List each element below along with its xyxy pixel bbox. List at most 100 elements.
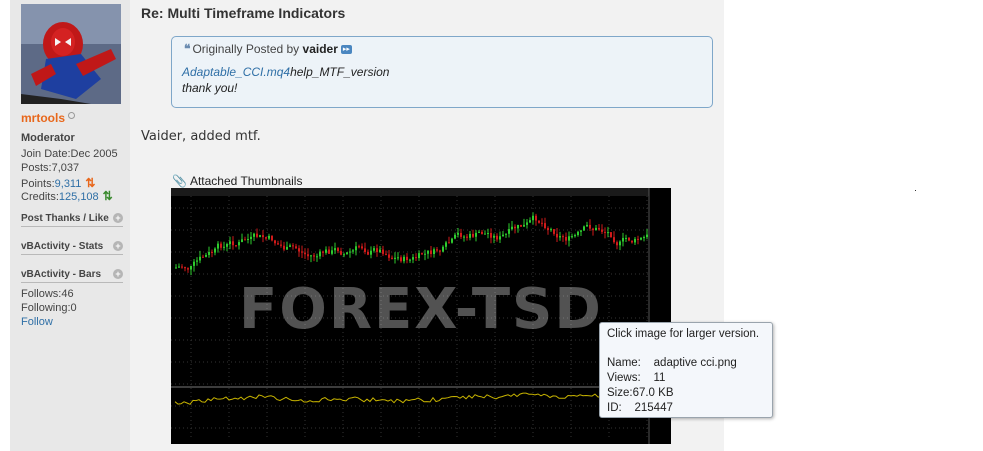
- quote-icon: ❝: [184, 42, 191, 56]
- candle-body: [478, 231, 480, 233]
- image-tooltip: Click image for larger version. Name: ad…: [599, 322, 773, 418]
- offline-status-icon: [68, 112, 75, 119]
- candle-body: [181, 266, 183, 268]
- candle-body: [238, 242, 240, 246]
- candle-body: [382, 249, 384, 254]
- candle-body: [271, 235, 273, 241]
- candle-body: [256, 233, 258, 237]
- attachments-heading: 📎 Attached Thumbnails: [172, 174, 302, 188]
- vbactivity-stats-header[interactable]: vBActivity - Stats +: [21, 241, 123, 255]
- candle-body: [202, 256, 204, 258]
- candle-body: [265, 237, 267, 239]
- tooltip-hint: Click image for larger version.: [607, 328, 760, 340]
- view-post-icon[interactable]: ▸▸: [340, 45, 352, 55]
- tooltip-id-value: 215447: [634, 402, 673, 414]
- candle-body: [505, 233, 507, 235]
- candle-body: [370, 250, 372, 255]
- expand-icon[interactable]: +: [113, 241, 123, 251]
- candle-body: [556, 233, 558, 238]
- candle-body: [526, 222, 528, 225]
- paperclip-icon: 📎: [172, 174, 187, 188]
- candle-body: [535, 215, 537, 221]
- tooltip-name-value: adaptive cci.png: [653, 357, 737, 369]
- candle-body: [301, 251, 303, 253]
- tooltip-views-label: Views:: [607, 372, 641, 384]
- candle-body: [586, 224, 588, 227]
- quote-prefix: Originally Posted by: [192, 42, 300, 56]
- candle-body: [589, 224, 591, 229]
- candle-body: [322, 251, 324, 253]
- candle-body: [463, 236, 465, 238]
- candle-body: [184, 267, 186, 269]
- candle-body: [442, 246, 444, 252]
- candle-body: [568, 236, 570, 241]
- candle-body: [313, 255, 315, 257]
- candle-body: [232, 241, 234, 246]
- candle-body: [622, 237, 624, 242]
- candle-body: [199, 256, 201, 261]
- following-count: Following:0: [21, 302, 77, 314]
- candle-body: [613, 237, 615, 243]
- candle-body: [640, 237, 642, 240]
- candle-body: [412, 257, 414, 260]
- post-thanks-header[interactable]: Post Thanks / Like +: [21, 213, 123, 227]
- expand-icon[interactable]: +: [113, 269, 123, 279]
- tooltip-size: Size:67.0 KB: [607, 387, 674, 399]
- candle-body: [538, 220, 540, 223]
- candle-body: [331, 250, 333, 254]
- candle-body: [532, 215, 534, 221]
- posts-value: 7,037: [51, 162, 80, 174]
- quote-header: ❝ Originally Posted by vaider ▸▸: [184, 42, 352, 56]
- candle-body: [352, 250, 354, 252]
- post-count: Posts:7,037: [21, 162, 79, 174]
- candle-body: [409, 259, 411, 261]
- candle-body: [547, 228, 549, 231]
- candle-body: [190, 265, 192, 270]
- candle-body: [307, 254, 309, 257]
- candle-body: [178, 266, 180, 268]
- candle-body: [388, 254, 390, 258]
- candle-body: [217, 243, 219, 249]
- candle-body: [466, 236, 468, 238]
- candle-body: [448, 242, 450, 244]
- candle-body: [508, 229, 510, 234]
- candle-body: [424, 253, 426, 255]
- candle-body: [364, 248, 366, 252]
- candle-body: [544, 223, 546, 229]
- points: Points:9,311 ⇅: [21, 176, 95, 190]
- candle-body: [337, 248, 339, 252]
- candle-body: [277, 243, 279, 245]
- candle-body: [607, 232, 609, 234]
- candle-body: [520, 224, 522, 227]
- quote-link[interactable]: Adaptable_CCI.mq4: [182, 65, 290, 79]
- candle-body: [493, 235, 495, 238]
- candle-body: [604, 231, 606, 233]
- candle-body: [631, 240, 633, 243]
- credits-value[interactable]: 125,108: [59, 191, 99, 203]
- candle-body: [175, 267, 177, 269]
- candle-body: [550, 229, 552, 231]
- candle-body: [562, 236, 564, 238]
- candle-body: [574, 235, 576, 237]
- join-date: Join Date:Dec 2005: [21, 148, 118, 160]
- candle-body: [334, 248, 336, 251]
- candle-body: [643, 237, 645, 239]
- follow-link[interactable]: Follow: [21, 316, 53, 328]
- candle-body: [469, 233, 471, 238]
- candle-body: [385, 253, 387, 255]
- candle-body: [361, 246, 363, 249]
- candle-body: [430, 250, 432, 254]
- candle-body: [445, 242, 447, 247]
- candle-body: [427, 250, 429, 254]
- candle-body: [211, 251, 213, 253]
- expand-icon[interactable]: +: [113, 213, 123, 223]
- candle-body: [367, 251, 369, 255]
- candle-body: [541, 222, 543, 224]
- candle-body: [220, 243, 222, 248]
- chart-thumbnail[interactable]: FOREX-TSD: [171, 188, 671, 444]
- username[interactable]: mrtools: [21, 111, 65, 125]
- vbactivity-stats-label: vBActivity - Stats: [21, 241, 104, 252]
- vbactivity-bars-header[interactable]: vBActivity - Bars +: [21, 269, 123, 283]
- vbactivity-bars-label: vBActivity - Bars: [21, 269, 102, 280]
- avatar[interactable]: [21, 4, 121, 104]
